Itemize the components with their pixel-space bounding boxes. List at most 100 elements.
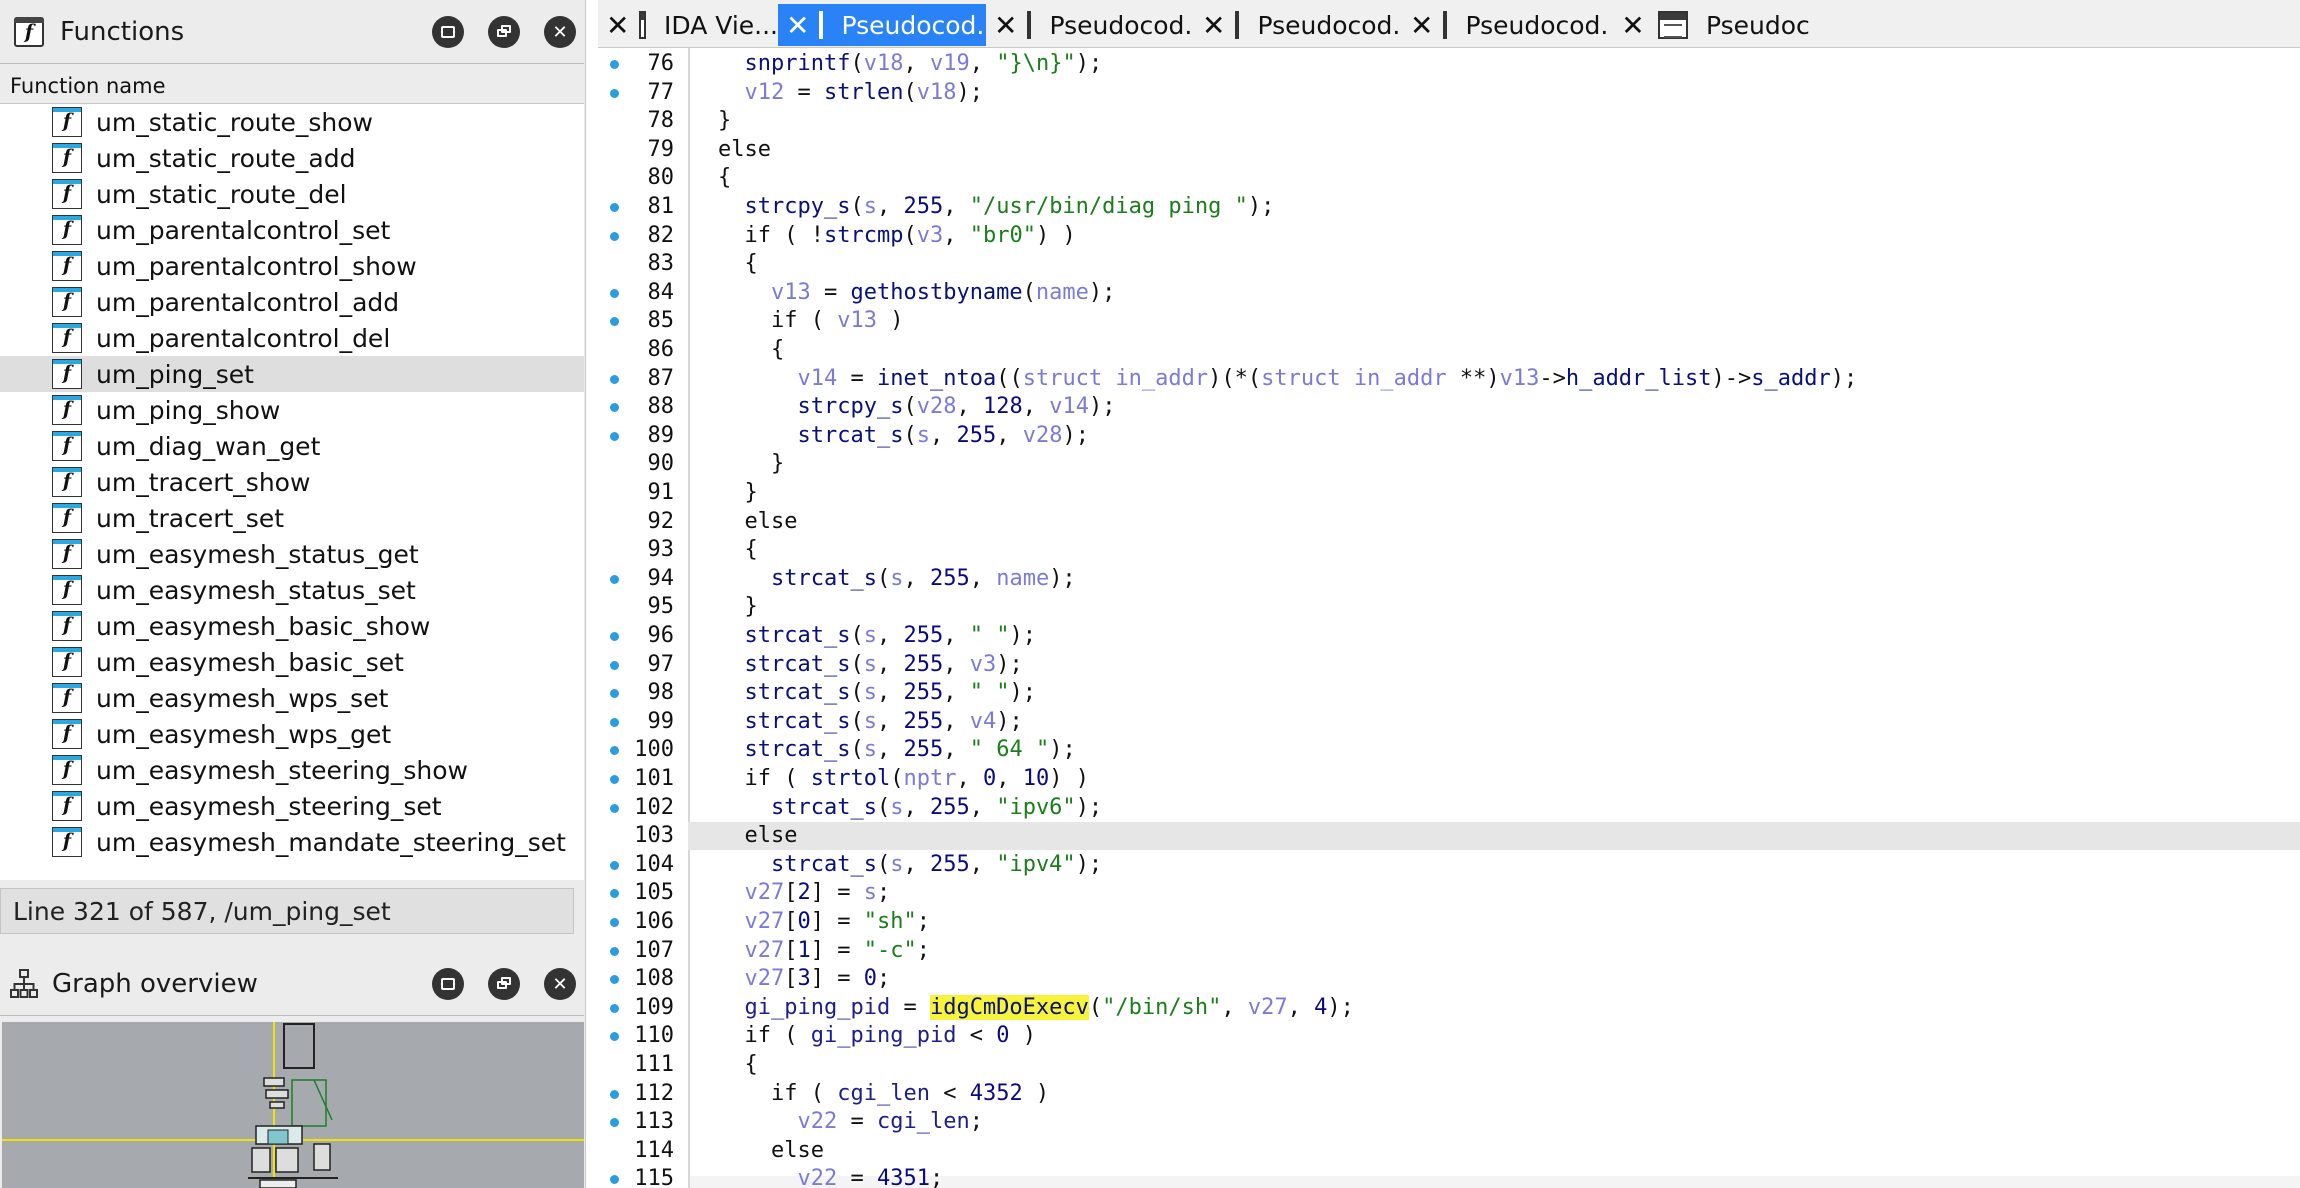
function-list-item[interactable]: f um_easymesh_status_set: [0, 572, 584, 608]
code-line[interactable]: v12 = strlen(v18);: [688, 79, 2300, 107]
tab-pseudocode[interactable]: ✕ Pseudocod...: [986, 4, 1194, 46]
close-graph-button[interactable]: ✕: [544, 968, 576, 1000]
breakpoint-bullet-icon[interactable]: [610, 1175, 619, 1184]
code-line[interactable]: strcpy_s(v28, 128, v14);: [688, 393, 2300, 421]
tab-pseudocode[interactable]: ✕ Pseudocod...: [778, 4, 986, 46]
code-line[interactable]: strcat_s(s, 255, " ");: [688, 622, 2300, 650]
code-line[interactable]: v27[1] = "-c";: [688, 937, 2300, 965]
code-line[interactable]: {: [688, 336, 2300, 364]
function-list-item[interactable]: f um_easymesh_steering_show: [0, 752, 584, 788]
maximize-graph-button[interactable]: [432, 968, 464, 1000]
breakpoint-bullet-icon[interactable]: [610, 1090, 619, 1099]
function-list-item[interactable]: f um_static_route_add: [0, 140, 584, 176]
code-line[interactable]: }: [688, 479, 2300, 507]
code-line[interactable]: v22 = 4351;: [688, 1165, 2300, 1188]
breakpoint-bullet-icon[interactable]: [610, 1118, 619, 1127]
code-line[interactable]: strcat_s(s, 255, v4);: [688, 708, 2300, 736]
column-header-function-name[interactable]: Function name: [0, 66, 584, 104]
code-line[interactable]: v13 = gethostbyname(name);: [688, 279, 2300, 307]
code-line[interactable]: v27[0] = "sh";: [688, 908, 2300, 936]
code-line[interactable]: else: [688, 136, 2300, 164]
graph-overview-canvas[interactable]: [2, 1022, 584, 1188]
function-list-item[interactable]: f um_ping_show: [0, 392, 584, 428]
code-line[interactable]: if ( cgi_len < 4352 ): [688, 1080, 2300, 1108]
code-line[interactable]: v14 = inet_ntoa((struct in_addr)(*(struc…: [688, 365, 2300, 393]
close-tab-icon[interactable]: ✕: [1618, 9, 1648, 42]
code-line[interactable]: v22 = cgi_len;: [688, 1108, 2300, 1136]
breakpoint-bullet-icon[interactable]: [610, 775, 619, 784]
code-line[interactable]: gi_ping_pid = idgCmDoExecv("/bin/sh", v2…: [688, 994, 2300, 1022]
breakpoint-bullet-icon[interactable]: [610, 60, 619, 69]
code-line[interactable]: if ( v13 ): [688, 307, 2300, 335]
function-list-item[interactable]: f um_tracert_set: [0, 500, 584, 536]
maximize-panel-button[interactable]: [432, 16, 464, 48]
function-list-item[interactable]: f um_parentalcontrol_show: [0, 248, 584, 284]
breakpoint-bullet-icon[interactable]: [610, 889, 619, 898]
code-line[interactable]: strcat_s(s, 255, name);: [688, 565, 2300, 593]
close-tab-icon[interactable]: ✕: [606, 9, 629, 42]
breakpoint-bullet-icon[interactable]: [610, 575, 619, 584]
breakpoint-bullet-icon[interactable]: [610, 661, 619, 670]
breakpoint-bullet-icon[interactable]: [610, 1004, 619, 1013]
float-panel-button[interactable]: [488, 16, 520, 48]
function-list-item[interactable]: f um_easymesh_basic_set: [0, 644, 584, 680]
function-list-item[interactable]: f um_parentalcontrol_add: [0, 284, 584, 320]
tab-pseudocode[interactable]: ✕ Pseudocod...: [1194, 4, 1402, 46]
code-line[interactable]: v27[3] = 0;: [688, 965, 2300, 993]
breakpoint-bullet-icon[interactable]: [610, 203, 619, 212]
code-line[interactable]: if ( strtol(nptr, 0, 10) ): [688, 765, 2300, 793]
function-list-item[interactable]: f um_static_route_show: [0, 104, 584, 140]
breakpoint-bullet-icon[interactable]: [610, 317, 619, 326]
breakpoint-bullet-icon[interactable]: [610, 947, 619, 956]
code-line[interactable]: strcat_s(s, 255, " ");: [688, 679, 2300, 707]
breakpoint-bullet-icon[interactable]: [610, 432, 619, 441]
function-list-item[interactable]: f um_parentalcontrol_set: [0, 212, 584, 248]
code-line[interactable]: strcat_s(s, 255, "ipv4");: [688, 851, 2300, 879]
code-line[interactable]: strcat_s(s, 255, "ipv6");: [688, 794, 2300, 822]
function-list-item[interactable]: f um_static_route_del: [0, 176, 584, 212]
code-line[interactable]: if ( !strcmp(v3, "br0") ): [688, 222, 2300, 250]
close-tab-icon[interactable]: ✕: [786, 9, 809, 42]
breakpoint-bullet-icon[interactable]: [610, 689, 619, 698]
function-list-item[interactable]: f um_ping_set: [0, 356, 584, 392]
breakpoint-bullet-icon[interactable]: [610, 289, 619, 298]
function-list-item[interactable]: f um_easymesh_basic_show: [0, 608, 584, 644]
breakpoint-bullet-icon[interactable]: [610, 975, 619, 984]
function-list-item[interactable]: f um_easymesh_wps_get: [0, 716, 584, 752]
code-line[interactable]: strcat_s(s, 255, " 64 ");: [688, 736, 2300, 764]
code-line[interactable]: else: [688, 1137, 2300, 1165]
code-line[interactable]: {: [688, 1051, 2300, 1079]
function-list-item[interactable]: f um_easymesh_steering_set: [0, 788, 584, 824]
code-line[interactable]: strcpy_s(s, 255, "/usr/bin/diag ping ");: [688, 193, 2300, 221]
breakpoint-bullet-icon[interactable]: [610, 232, 619, 241]
function-list-item[interactable]: f um_easymesh_status_get: [0, 536, 584, 572]
code-line[interactable]: if ( gi_ping_pid < 0 ): [688, 1022, 2300, 1050]
code-line[interactable]: strcat_s(s, 255, v3);: [688, 651, 2300, 679]
code-line[interactable]: snprintf(v18, v19, "}\n}");: [688, 50, 2300, 78]
breakpoint-bullet-icon[interactable]: [610, 718, 619, 727]
breakpoint-bullet-icon[interactable]: [610, 632, 619, 641]
close-tab-icon[interactable]: ✕: [994, 9, 1017, 42]
breakpoint-bullet-icon[interactable]: [610, 375, 619, 384]
function-list-item[interactable]: f um_parentalcontrol_del: [0, 320, 584, 356]
code-line[interactable]: }: [688, 450, 2300, 478]
code-line[interactable]: }: [688, 107, 2300, 135]
breakpoint-bullet-icon[interactable]: [610, 918, 619, 927]
code-line[interactable]: {: [688, 164, 2300, 192]
close-panel-button[interactable]: ✕: [544, 16, 576, 48]
code-line[interactable]: else: [688, 822, 2300, 850]
tab-pseudocode[interactable]: ✕ Pseudoc: [1610, 4, 1810, 46]
breakpoint-bullet-icon[interactable]: [610, 403, 619, 412]
code-line[interactable]: {: [688, 250, 2300, 278]
code-line[interactable]: strcat_s(s, 255, v28);: [688, 422, 2300, 450]
function-list[interactable]: f um_static_route_show f um_static_route_ad…: [0, 104, 584, 880]
function-list-item[interactable]: f um_tracert_show: [0, 464, 584, 500]
breakpoint-bullet-icon[interactable]: [610, 804, 619, 813]
float-graph-button[interactable]: [488, 968, 520, 1000]
function-list-item[interactable]: f um_easymesh_wps_set: [0, 680, 584, 716]
close-tab-icon[interactable]: ✕: [1202, 9, 1225, 42]
breakpoint-bullet-icon[interactable]: [610, 861, 619, 870]
breakpoint-bullet-icon[interactable]: [610, 746, 619, 755]
tab-ida-view[interactable]: ✕ IDA Vie...: [598, 4, 778, 46]
tab-pseudocode[interactable]: ✕ Pseudocod...: [1402, 4, 1610, 46]
